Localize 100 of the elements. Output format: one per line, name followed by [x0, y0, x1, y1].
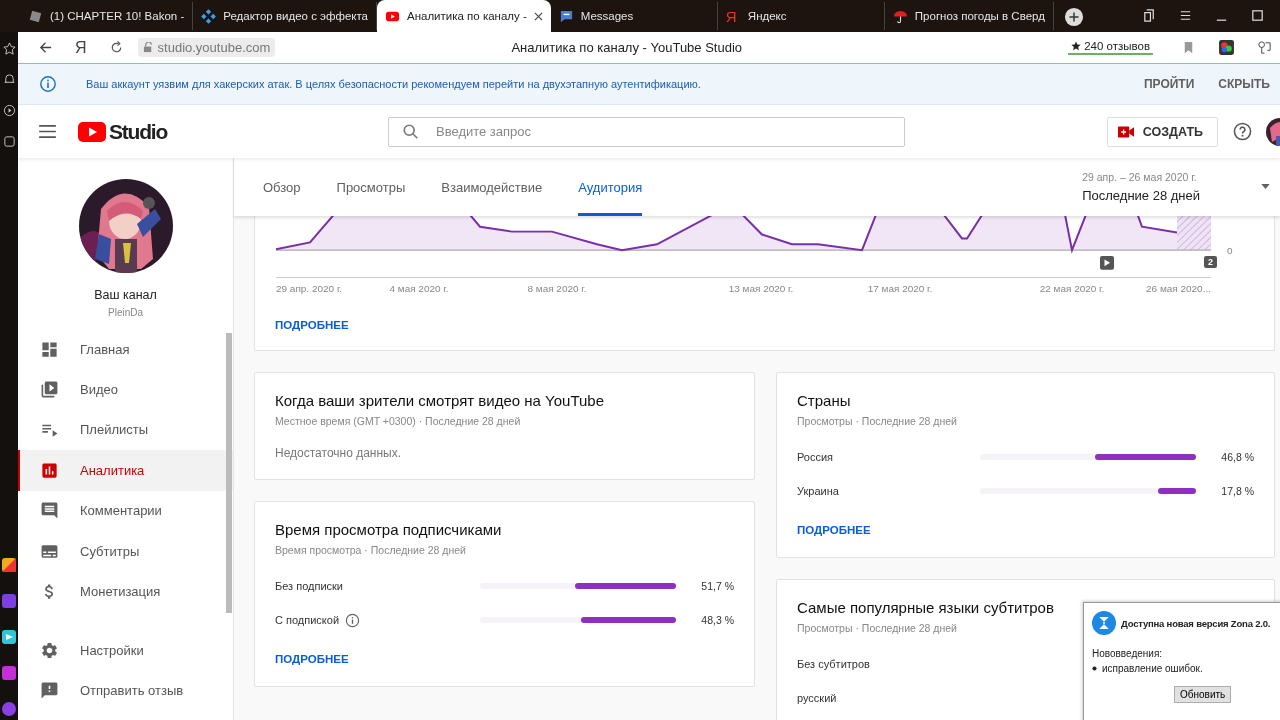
bullet-icon: [1092, 666, 1097, 671]
lock-icon: [142, 42, 154, 53]
star-icon: [1071, 41, 1082, 51]
row-label: Россия: [797, 451, 834, 463]
nav-item[interactable]: Настройки: [18, 630, 233, 671]
scrollbar[interactable]: [226, 333, 232, 613]
nav-item[interactable]: Отправить отзыв: [18, 670, 233, 711]
url-field[interactable]: studio.youtube.com: [137, 38, 276, 57]
settings-icon: [40, 640, 59, 660]
axis-label: 0: [1227, 245, 1233, 256]
app-icon[interactable]: [2, 630, 16, 644]
banner-action-button[interactable]: ПРОЙТИ: [1129, 77, 1195, 91]
browser-tab[interactable]: Прогноз погоды в Сверд: [884, 2, 1054, 30]
play-icon[interactable]: [1100, 256, 1114, 270]
notification-title: Доступна новая версия Zona 2.0.: [1121, 617, 1271, 629]
no-data-message: Недостаточно данных.: [275, 446, 402, 460]
axis-label: 29 апр. 2020 г.: [276, 283, 343, 295]
logo-text[interactable]: Studio: [109, 119, 168, 144]
card-subtitle: Просмотры · Последние 28 дней: [797, 622, 957, 634]
more-link[interactable]: ПОДРОБНЕЕ: [275, 319, 349, 331]
close-icon[interactable]: [533, 11, 543, 21]
info-icon[interactable]: [345, 612, 361, 628]
channel-name: Ваш канал: [94, 288, 157, 302]
channel-handle: PleinDa: [108, 307, 143, 318]
menu-icon[interactable]: [39, 125, 56, 138]
info-icon: [39, 75, 57, 93]
card-subtitle: Время просмотра · Последние 28 дней: [275, 544, 466, 556]
maximize-icon[interactable]: [1250, 8, 1265, 23]
nav-item[interactable]: Видео: [18, 369, 233, 410]
extension-icon[interactable]: [1218, 39, 1235, 56]
axis-label: 17 мая 2020 г.: [867, 283, 933, 295]
card-subtitle: Просмотры · Последние 28 дней: [797, 415, 957, 427]
create-button[interactable]: СОЗДАТЬ: [1106, 116, 1218, 147]
dashboard-icon: [40, 339, 59, 359]
date-range-picker[interactable]: 29 апр. – 26 мая 2020 г. Последние 28 дней: [1082, 171, 1200, 203]
row-label: Без субтитров: [797, 658, 870, 670]
new-tab-icon[interactable]: [1063, 7, 1084, 27]
more-link[interactable]: ПОДРОБНЕЕ: [275, 653, 349, 665]
chat-icon: [558, 8, 574, 24]
video-library-icon: [40, 380, 59, 400]
nav-item[interactable]: Монетизация: [18, 571, 233, 612]
axis-label: 13 мая 2020 г.: [728, 283, 794, 295]
back-arrow-icon[interactable]: [38, 40, 53, 55]
caret-icon[interactable]: [1261, 184, 1270, 189]
hourglass-icon: [1092, 611, 1116, 635]
card-title: Время просмотра подписчиками: [275, 521, 502, 538]
nav-item[interactable]: Плейлисты: [18, 409, 233, 451]
row-label: Украина: [797, 485, 839, 497]
bell-icon[interactable]: [2, 73, 16, 86]
keys-icon[interactable]: [1257, 40, 1272, 55]
share-value: 46,8 %: [1220, 451, 1254, 463]
nav-item[interactable]: Субтитры: [18, 530, 233, 572]
analytics-tab[interactable]: Взаимодействие: [441, 158, 543, 216]
nav-item[interactable]: Комментарии: [18, 490, 233, 531]
nav-item[interactable]: Главная: [18, 329, 233, 370]
play-logo-icon[interactable]: [78, 121, 106, 142]
browser-tab[interactable]: (1) CHAPTER 10! Bakon -: [20, 2, 194, 30]
tabs-icon[interactable]: [1142, 8, 1157, 23]
row-label: Без подписки: [275, 580, 343, 592]
card-subtitle: Местное время (GMT +0300) · Последние 28 дней: [275, 415, 521, 427]
search-icon: [402, 122, 420, 141]
banner-action-button[interactable]: СКРЫТЬ: [1204, 77, 1270, 91]
help-icon[interactable]: [1233, 122, 1252, 141]
more-link[interactable]: ПОДРОБНЕЕ: [797, 524, 871, 536]
diamond-icon: [201, 8, 217, 24]
nav-item[interactable]: Аналитика: [18, 450, 233, 491]
tab-icon-letter: Я: [725, 7, 738, 25]
square-icon[interactable]: [2, 135, 16, 148]
row-label: С подпиской: [275, 614, 340, 626]
card-title: Когда ваши зрители смотрят видео на YouTube: [275, 392, 605, 409]
axis-label: 22 мая 2020 г.: [1039, 283, 1105, 295]
browser-tab[interactable]: Редактор видео с эффекта: [193, 2, 377, 30]
home-button[interactable]: Я: [75, 38, 87, 57]
card-title: Страны: [797, 392, 851, 409]
app-icon[interactable]: [2, 702, 16, 716]
reviews-button[interactable]: 240 отзывов: [1068, 40, 1153, 55]
count-badge[interactable]: 2: [1204, 256, 1217, 268]
menu-icon[interactable]: [1178, 8, 1193, 23]
umbrella-icon: [892, 8, 908, 24]
share-value: 51,7 %: [700, 580, 734, 592]
row-label: русский: [797, 692, 837, 704]
card-title: Самые популярные языки субтитров: [797, 599, 1054, 616]
video-camera-icon: [1117, 125, 1134, 138]
page-title: Аналитика по каналу - YouTube Studio: [511, 40, 743, 55]
browser-tab[interactable]: Messages: [550, 2, 718, 30]
share-value: 17,8 %: [1220, 485, 1254, 497]
browser-tab[interactable]: Я Яндекс: [717, 2, 885, 30]
update-button[interactable]: Обновить: [1174, 686, 1232, 703]
analytics-tab[interactable]: Обзор: [263, 158, 301, 216]
star-icon[interactable]: [2, 42, 16, 55]
search-field[interactable]: Введите запрос: [388, 116, 905, 147]
bar-chart-icon: [40, 460, 59, 480]
axis-label: 26 мая 2020...: [1146, 283, 1211, 295]
analytics-tab[interactable]: Просмотры: [336, 158, 406, 216]
share-value: 48,3 %: [700, 614, 734, 626]
play-circle-icon[interactable]: [2, 104, 16, 117]
notification-item: исправление ошибок.: [1102, 663, 1203, 674]
axis-label: 8 мая 2020 г.: [527, 283, 587, 295]
browser-tab[interactable]: Аналитика по каналу -: [377, 0, 551, 32]
notification-heading: Нововведения:: [1092, 648, 1164, 659]
